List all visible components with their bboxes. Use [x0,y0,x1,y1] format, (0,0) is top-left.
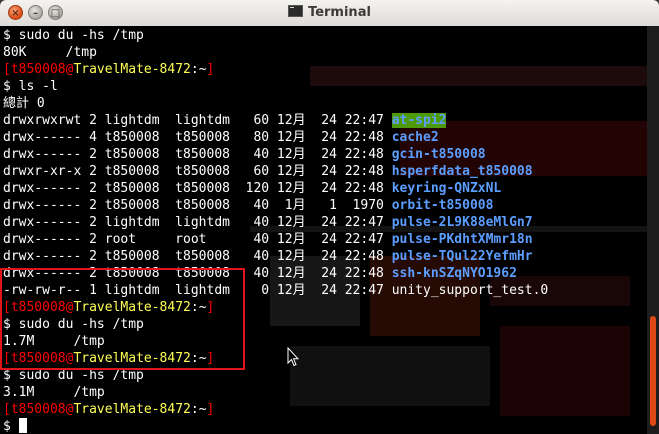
terminal-icon [288,5,304,17]
prompt-user: t850008 [10,351,66,366]
ls-entry-name: ssh-knSZqNYO1962 [391,266,517,281]
terminal-text: $ sudo du -hs /tmp [3,28,144,43]
terminal-window: Terminal × – □ $ sudo du -hs /tmp 80K /tm… [0,0,659,434]
shell-prompt-line: [t850008@TravelMate-8472:~] [3,299,548,316]
command-input-line[interactable]: $ [3,418,548,434]
terminal-text-line: $ ls -l [3,78,548,95]
ls-entry-meta: drwx------ 2 lightdm lightdm 40 12月 24 2… [3,215,392,230]
prompt-host: TravelMate-8472 [73,402,191,417]
prompt-user: t850008 [10,402,66,417]
input-prompt-symbol: $ [3,419,19,434]
maximize-button[interactable]: □ [48,5,63,20]
window-title-label: Terminal [308,5,371,20]
ls-entry-row: drwx------ 2 t850008 t850008 40 12月 24 2… [3,265,548,282]
terminal-text: 80K /tmp [3,45,97,60]
ls-entry-name: unity_support_test.0 [391,283,549,298]
ls-entry-name: hsperfdata_t850008 [391,164,533,179]
ls-entry-meta: drwx------ 2 t850008 t850008 40 12月 24 2… [3,266,392,281]
ls-entry-name: pulse-2L9K88eMlGn7 [391,215,533,230]
ls-entry-name: cache2 [391,130,439,145]
terminal-text: $ sudo du -hs /tmp [3,317,144,332]
ls-entry-meta: drwx------ 2 t850008 t850008 120 12月 24 … [3,181,392,196]
prompt-bracket-open: [ [3,351,11,366]
ls-entry-meta: drwx------ 2 t850008 t850008 40 12月 24 2… [3,147,392,162]
minimize-button[interactable]: – [28,5,43,20]
text-cursor [18,418,27,433]
terminal-text: $ sudo du -hs /tmp [3,368,144,383]
prompt-path: ~ [198,62,207,77]
ls-entry-meta: drwx------ 2 t850008 t850008 40 1月 1 197… [3,198,392,213]
terminal-text-line: $ sudo du -hs /tmp [3,316,548,333]
ls-entry-row: drwxr-xr-x 2 t850008 t850008 60 12月 24 2… [3,163,548,180]
ls-entry-row: -rw-rw-r-- 1 lightdm lightdm 0 12月 24 22… [3,282,548,299]
terminal-lines: $ sudo du -hs /tmp 80K /tmp [t850008@Trave… [3,27,548,434]
prompt-bracket-close: ] [206,300,215,315]
terminal-text-line: 1.7M /tmp [3,333,548,350]
ls-entry-meta: drwx------ 2 t850008 t850008 40 12月 24 2… [3,249,392,264]
ls-entry-meta: drwx------ 4 t850008 t850008 80 12月 24 2… [3,130,392,145]
window-title: Terminal [0,0,659,26]
prompt-bracket-open: [ [3,300,11,315]
prompt-colon: : [190,62,199,77]
scrollbar[interactable] [647,26,659,434]
prompt-host: TravelMate-8472 [73,351,191,366]
ls-entry-name: keyring-QNZxNL [391,181,502,196]
ls-entry-row: drwxrwxrwt 2 lightdm lightdm 60 12月 24 2… [3,112,548,129]
prompt-colon: : [190,351,199,366]
prompt-path: ~ [198,402,207,417]
ls-entry-row: drwx------ 2 root root 40 12月 24 22:47 p… [3,231,548,248]
ls-entry-meta: drwxrwxrwt 2 lightdm lightdm 60 12月 24 2… [3,113,392,128]
prompt-colon: : [190,300,199,315]
shell-prompt-line: [t850008@TravelMate-8472:~] [3,61,548,78]
prompt-bracket-close: ] [206,62,215,77]
ls-entry-name: pulse-PKdhtXMmr18n [391,232,533,247]
terminal-text-line: 80K /tmp [3,44,548,61]
terminal-output[interactable]: $ sudo du -hs /tmp 80K /tmp [t850008@Trave… [0,26,647,434]
mouse-pointer-icon [287,347,299,367]
ls-entry-name: gcin-t850008 [391,147,486,162]
scrollbar-thumb[interactable] [650,316,656,426]
prompt-user: t850008 [10,300,66,315]
ls-entry-row: drwx------ 2 lightdm lightdm 40 12月 24 2… [3,214,548,231]
prompt-bracket-close: ] [206,402,215,417]
ls-entry-row: drwx------ 2 t850008 t850008 40 1月 1 197… [3,197,548,214]
ls-entry-meta: drwxr-xr-x 2 t850008 t850008 60 12月 24 2… [3,164,392,179]
terminal-text: $ ls -l [3,79,58,94]
prompt-path: ~ [198,351,207,366]
title-bar[interactable]: Terminal × – □ [0,0,659,27]
prompt-bracket-open: [ [3,62,11,77]
terminal-text: 3.1M /tmp [3,385,105,400]
ls-entry-row: drwx------ 2 t850008 t850008 120 12月 24 … [3,180,548,197]
shell-prompt-line: [t850008@TravelMate-8472:~] [3,401,548,418]
ls-entry-name: pulse-TQul22YefmHr [391,249,533,264]
terminal-text: 1.7M /tmp [3,334,105,349]
terminal-text-line: $ sudo du -hs /tmp [3,367,548,384]
prompt-host: TravelMate-8472 [73,300,191,315]
terminal-text-line: $ sudo du -hs /tmp [3,27,548,44]
prompt-host: TravelMate-8472 [73,62,191,77]
terminal-text: 總計 0 [3,96,45,111]
close-button[interactable]: × [8,5,23,20]
ls-entry-row: drwx------ 2 t850008 t850008 40 12月 24 2… [3,146,548,163]
shell-prompt-line: [t850008@TravelMate-8472:~] [3,350,548,367]
terminal-text-line: 3.1M /tmp [3,384,548,401]
prompt-path: ~ [198,300,207,315]
ls-entry-name: orbit-t850008 [391,198,494,213]
ls-entry-row: drwx------ 4 t850008 t850008 80 12月 24 2… [3,129,548,146]
ls-entry-meta: drwx------ 2 root root 40 12月 24 22:47 [3,232,392,247]
prompt-bracket-close: ] [206,351,215,366]
terminal-text-line: 總計 0 [3,95,548,112]
prompt-colon: : [190,402,199,417]
ls-entry-row: drwx------ 2 t850008 t850008 40 12月 24 2… [3,248,548,265]
ls-entry-name: at-spi2 [391,113,447,128]
prompt-bracket-open: [ [3,402,11,417]
ls-entry-meta: -rw-rw-r-- 1 lightdm lightdm 0 12月 24 22… [3,283,392,298]
prompt-user: t850008 [10,62,66,77]
